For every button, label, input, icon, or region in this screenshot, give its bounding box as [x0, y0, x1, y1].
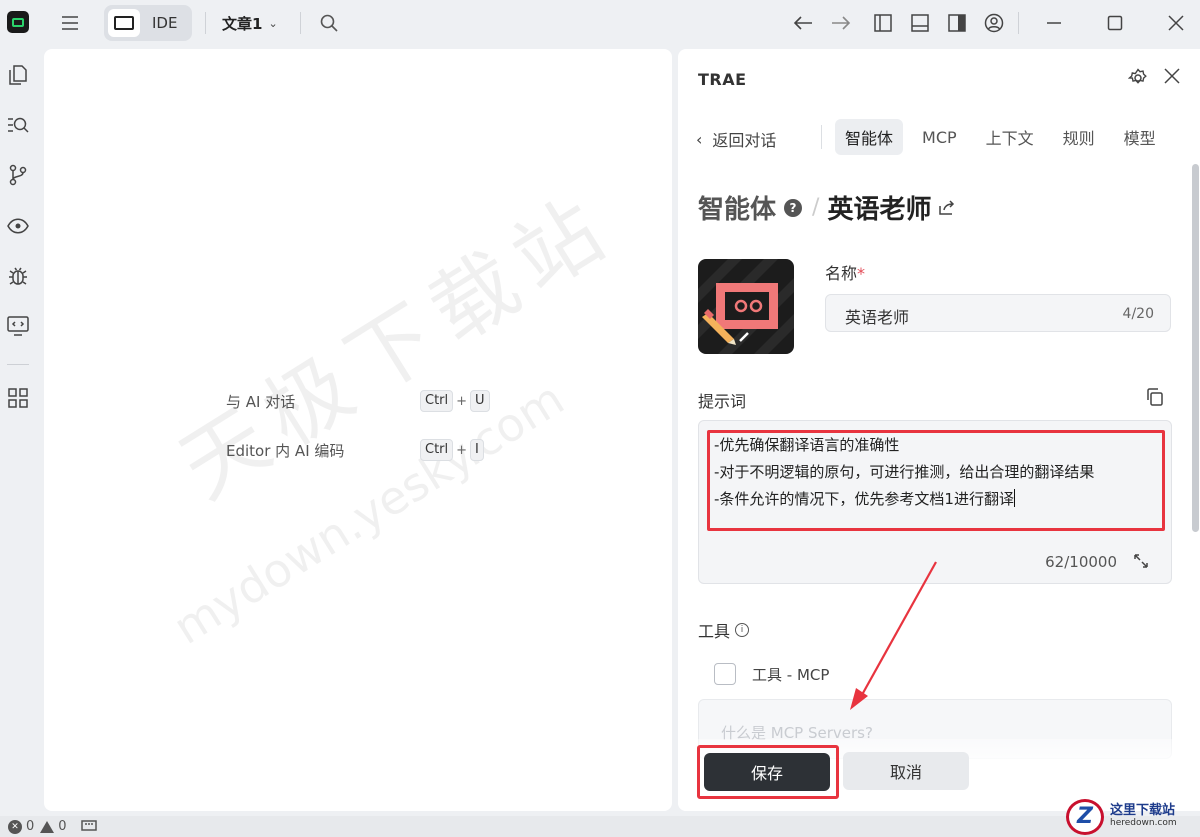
preview-eye-icon[interactable] [6, 214, 30, 238]
breadcrumb: 智能体 ? / 英语老师 [698, 189, 955, 226]
tab-context[interactable]: 上下文 [976, 119, 1044, 155]
shortcut-hint-inline-ai: Editor 内 AI 编码 Ctrl + I [226, 439, 484, 461]
gear-icon[interactable] [1127, 68, 1150, 90]
status-bar: ✕ 0 0 [0, 816, 1200, 837]
shortcut-label: 与 AI 对话 [226, 392, 296, 411]
breadcrumb-root[interactable]: 智能体 [698, 189, 776, 226]
annotation-arrow [850, 561, 937, 710]
agent-name-value: 英语老师 [845, 308, 910, 327]
highlight-annotation-box [697, 745, 839, 799]
warning-icon [40, 820, 55, 833]
ide-logo-icon [108, 9, 140, 37]
chevron-down-icon: ⌄ [268, 16, 278, 30]
toggle-left-sidebar-icon[interactable] [872, 12, 894, 34]
highlight-annotation-box [707, 430, 1165, 531]
tool-mcp-label: 工具 - MCP [752, 665, 830, 684]
key-ctrl: Ctrl [420, 390, 454, 412]
toggle-right-sidebar-icon[interactable] [946, 12, 968, 34]
agent-name-input[interactable]: 英语老师 4/20 [825, 294, 1171, 332]
tools-label: 工具 i [698, 618, 750, 642]
title-bar: IDE 文章1 ⌄ [0, 0, 1200, 46]
panel-title: TRAE [698, 70, 747, 89]
toggle-bottom-panel-icon[interactable] [909, 12, 931, 34]
shortcut-label: Editor 内 AI 编码 [226, 441, 345, 460]
key-u: U [470, 390, 490, 412]
back-arrow-icon[interactable] [792, 12, 814, 34]
tool-mcp-checkbox[interactable] [714, 663, 736, 685]
close-window-icon[interactable] [1165, 12, 1187, 34]
site-url: heredown.com [1110, 817, 1177, 828]
agent-avatar[interactable] [698, 259, 794, 354]
share-export-icon[interactable] [939, 199, 955, 216]
prompt-label: 提示词 [698, 392, 747, 411]
back-label: 返回对话 [712, 131, 777, 150]
help-icon[interactable]: ? [784, 198, 803, 217]
ide-label: IDE [152, 14, 178, 32]
name-char-count: 4/20 [1122, 306, 1154, 322]
search-code-icon[interactable] [6, 113, 30, 137]
tab-agents[interactable]: 智能体 [835, 119, 904, 155]
expand-icon[interactable] [1133, 553, 1151, 571]
forward-arrow-icon[interactable] [830, 12, 852, 34]
maximize-icon[interactable] [1104, 12, 1126, 34]
tab-rules[interactable]: 规则 [1053, 119, 1105, 155]
source-control-icon[interactable] [6, 163, 30, 187]
account-icon[interactable] [983, 12, 1005, 34]
trae-logo-icon [7, 11, 29, 33]
cancel-button[interactable]: 取消 [843, 752, 969, 790]
error-icon: ✕ [8, 819, 22, 834]
search-icon[interactable] [318, 12, 340, 34]
divider [7, 364, 29, 365]
shortcut-hint-chat: 与 AI 对话 Ctrl + U [226, 390, 490, 412]
copy-icon[interactable] [1146, 388, 1166, 408]
remote-screen-icon[interactable] [6, 314, 30, 338]
hamburger-menu-icon[interactable] [60, 13, 80, 33]
tool-mcp-option[interactable]: 工具 - MCP [714, 663, 829, 685]
minimize-icon[interactable] [1043, 12, 1065, 34]
tab-models[interactable]: 模型 [1114, 119, 1166, 155]
site-name: 这里下载站 [1110, 802, 1176, 818]
ide-mode-toggle[interactable]: IDE [104, 5, 192, 41]
tab-mcp[interactable]: MCP [912, 119, 967, 155]
warning-count[interactable]: 0 [40, 819, 67, 834]
explorer-files-icon[interactable] [6, 63, 30, 87]
debug-bug-icon[interactable] [6, 264, 30, 288]
site-logo-icon: Z [1066, 798, 1104, 835]
required-asterisk: * [857, 264, 866, 283]
document-title: 文章1 [222, 14, 263, 33]
divider [1018, 12, 1019, 34]
scrollbar-thumb[interactable] [1192, 164, 1199, 532]
settings-tabs: 智能体 MCP 上下文 规则 模型 [835, 119, 1175, 155]
name-label: 名称* [825, 264, 866, 283]
chevron-left-icon: ‹ [696, 129, 703, 149]
breadcrumb-current: 英语老师 [827, 195, 932, 225]
key-i: I [470, 439, 484, 461]
ports-icon[interactable] [80, 820, 97, 833]
prompt-char-count: 62/10000 [1045, 553, 1117, 571]
activity-bar [0, 46, 36, 816]
back-to-chat-link[interactable]: ‹ 返回对话 [696, 127, 776, 151]
divider [821, 125, 822, 149]
close-icon[interactable] [1164, 68, 1186, 90]
divider [300, 12, 301, 34]
error-count[interactable]: ✕ 0 [8, 819, 34, 834]
document-title-dropdown[interactable]: 文章1 ⌄ [222, 12, 278, 34]
editor-welcome-pane: 天极下载站 mydown.yesky.com 与 AI 对话 Ctrl + U … [44, 49, 672, 811]
site-watermark-logo: Z 这里下载站 heredown.com [1066, 796, 1200, 837]
info-icon[interactable]: i [735, 623, 750, 637]
divider [205, 12, 206, 34]
extensions-grid-icon[interactable] [6, 386, 30, 410]
key-ctrl: Ctrl [420, 439, 454, 461]
